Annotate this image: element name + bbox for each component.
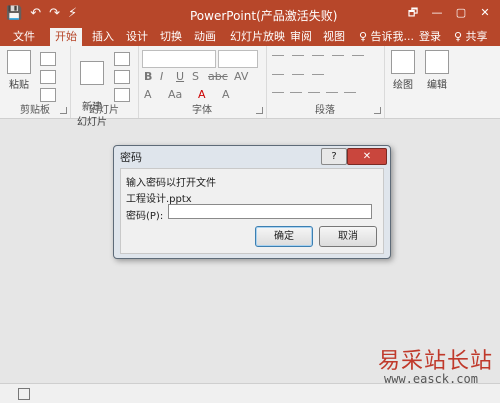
redo-icon[interactable]: ↷ (49, 5, 60, 23)
undo-icon[interactable]: ↶ (30, 5, 41, 23)
bold-button[interactable]: B (144, 70, 152, 83)
close-button[interactable]: ✕ (474, 4, 496, 22)
numbering-icon[interactable] (292, 55, 304, 56)
font-size-combo[interactable] (218, 50, 258, 68)
sign-in-link[interactable]: 登录 (414, 28, 446, 46)
justify-icon[interactable] (326, 92, 338, 93)
section-icon[interactable] (114, 88, 130, 102)
watermark-url: www.easck.com (384, 372, 478, 386)
columns-icon[interactable] (344, 92, 356, 93)
paragraph-group: 段落 (266, 46, 385, 118)
underline-button[interactable]: U (176, 70, 184, 83)
clipboard-group: 粘贴 剪贴板 (0, 46, 71, 118)
text-effects-button[interactable]: A (144, 88, 152, 101)
dialog-body: 输入密码以打开文件 工程设计.pptx 密码(P): 确定 取消 (120, 168, 384, 254)
align-left-icon[interactable] (272, 92, 284, 93)
ok-button[interactable]: 确定 (255, 226, 313, 247)
tab-review[interactable]: 审阅 (285, 28, 317, 46)
tab-transitions[interactable]: 切换 (155, 28, 187, 46)
tab-design[interactable]: 设计 (121, 28, 153, 46)
password-dialog: 密码 ? ✕ 输入密码以打开文件 工程设计.pptx 密码(P): 确定 取消 (113, 145, 391, 259)
align-text-icon[interactable] (292, 74, 304, 75)
line-spacing-icon[interactable] (352, 55, 364, 56)
copy-icon[interactable] (40, 70, 56, 84)
cancel-button[interactable]: 取消 (319, 226, 377, 247)
paragraph-launcher-icon[interactable] (374, 107, 381, 114)
slides-group: 新建 幻灯片 幻灯片 (70, 46, 139, 128)
reset-icon[interactable] (114, 70, 130, 84)
password-label: 密码(P): (126, 211, 164, 222)
tab-animations[interactable]: 动画 (189, 28, 221, 46)
align-center-icon[interactable] (290, 92, 302, 93)
ribbon: 粘贴 剪贴板 新建 幻灯片 幻灯片 B I U S abc AV A Aa A … (0, 46, 500, 128)
save-icon[interactable]: 💾 (6, 5, 22, 23)
paragraph-group-label: 段落 (315, 105, 335, 116)
new-slide-icon (80, 61, 104, 85)
font-color-button[interactable]: A (198, 88, 206, 101)
window-title: PowerPoint(产品激活失败) (190, 9, 338, 23)
status-bar (0, 383, 500, 403)
dialog-message: 输入密码以打开文件 (126, 178, 216, 189)
start-presentation-icon[interactable]: ⚡ (68, 5, 77, 23)
increase-indent-icon[interactable] (332, 55, 344, 56)
tell-me-search[interactable]: ♀ 告诉我... (354, 28, 419, 46)
tab-view[interactable]: 视图 (318, 28, 350, 46)
window-controls: 🗗 — ▢ ✕ (402, 4, 496, 22)
format-painter-icon[interactable] (40, 88, 56, 102)
tab-slideshow[interactable]: 幻灯片放映 (225, 28, 290, 46)
dialog-close-button[interactable]: ✕ (347, 148, 387, 165)
help-button[interactable]: ? (321, 148, 347, 165)
dialog-title: 密码 (120, 151, 142, 164)
share-button[interactable]: ♀ 共享 (449, 28, 493, 46)
tab-file[interactable]: 文件 (8, 28, 40, 46)
font-group: B I U S abc AV A Aa A A 字体 (138, 46, 267, 118)
shadow-button[interactable]: S (192, 70, 199, 83)
title-bar: 💾 ↶ ↷ ⚡ PowerPoint(产品激活失败) 🗗 — ▢ ✕ (0, 0, 500, 28)
maximize-button[interactable]: ▢ (450, 4, 472, 22)
drawing-button[interactable]: 绘图 (388, 50, 418, 91)
font-launcher-icon[interactable] (256, 107, 263, 114)
layout-icon[interactable] (114, 52, 130, 66)
paste-button[interactable]: 粘贴 (6, 50, 32, 91)
tab-home[interactable]: 开始 (50, 28, 82, 46)
editing-button[interactable]: 编辑 (422, 50, 452, 91)
quick-access-toolbar: 💾 ↶ ↷ ⚡ (6, 5, 77, 23)
watermark-logo: 易采站长站 (378, 349, 494, 374)
change-case-button[interactable]: Aa (168, 88, 182, 101)
align-right-icon[interactable] (308, 92, 320, 93)
ribbon-tabs: 文件 开始 插入 设计 切换 动画 幻灯片放映 审阅 视图 ♀ 告诉我... 登… (0, 28, 500, 46)
italic-button[interactable]: I (160, 70, 163, 83)
dialog-filename: 工程设计.pptx (126, 194, 192, 205)
clipboard-launcher-icon[interactable] (60, 107, 67, 114)
strikethrough-button[interactable]: abc (208, 70, 228, 83)
paste-icon (7, 50, 31, 74)
font-group-label: 字体 (192, 105, 212, 116)
char-spacing-button[interactable]: AV (234, 70, 248, 83)
decrease-indent-icon[interactable] (312, 55, 324, 56)
minimize-button[interactable]: — (426, 4, 448, 22)
tab-insert[interactable]: 插入 (87, 28, 119, 46)
font-name-combo[interactable] (142, 50, 216, 68)
password-input[interactable] (168, 204, 372, 219)
shapes-icon (391, 50, 415, 74)
smartart-icon[interactable] (312, 74, 324, 75)
notes-icon[interactable] (18, 388, 30, 400)
paste-label: 粘贴 (9, 80, 29, 91)
clear-format-button[interactable]: A (222, 88, 230, 101)
new-slide-button[interactable]: 新建 幻灯片 (76, 50, 108, 139)
find-icon (425, 50, 449, 74)
cut-icon[interactable] (40, 52, 56, 66)
ribbon-display-options-button[interactable]: 🗗 (402, 4, 424, 22)
editing-label: 编辑 (427, 80, 447, 91)
slides-group-label: 幻灯片 (89, 105, 119, 116)
drawing-label: 绘图 (393, 80, 413, 91)
bullets-icon[interactable] (272, 55, 284, 56)
text-direction-icon[interactable] (272, 74, 284, 75)
